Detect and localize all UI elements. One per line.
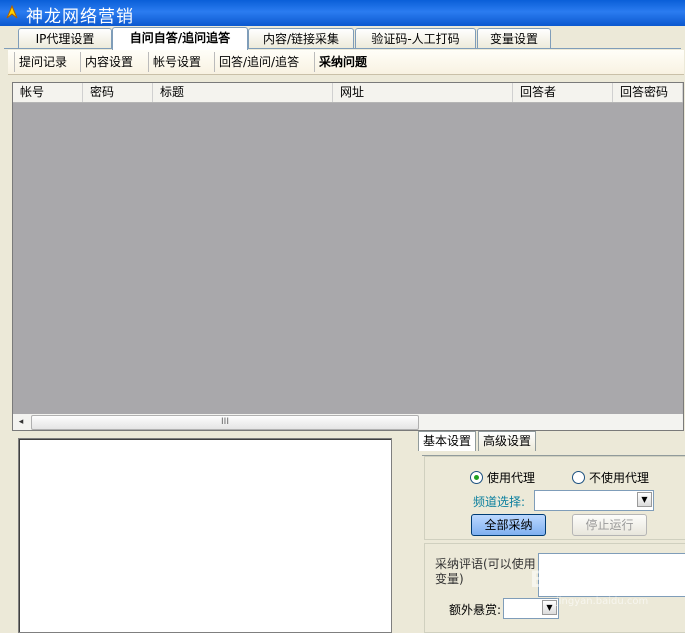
watermark-url: jingyan.baidu.com [556, 596, 649, 607]
tab-row-divider [4, 48, 681, 49]
channel-label: 频道选择: [473, 495, 526, 509]
watermark-logo: Baidu经验 [530, 568, 645, 593]
bounty-select[interactable]: ▼ [503, 598, 559, 619]
app-title: 神龙网络营销 [26, 7, 134, 27]
column-header-account[interactable]: 帐号 [13, 83, 83, 102]
scrollbar-thumb[interactable]: III [31, 415, 419, 430]
grid-header: 帐号 密码 标题 网址 回答者 回答密码 [13, 83, 683, 103]
scroll-left-icon[interactable]: ◂ [13, 414, 29, 430]
use-proxy-label: 使用代理 [487, 471, 536, 485]
subtab-content-settings[interactable]: 内容设置 [80, 52, 137, 72]
tab-advanced-settings[interactable]: 高级设置 [478, 431, 537, 451]
horizontal-scrollbar[interactable]: ◂ III [13, 414, 683, 430]
no-proxy-radio[interactable] [572, 471, 585, 484]
comment-label: 采纳评语(可以使用变量) [435, 557, 536, 586]
subtab-question-records[interactable]: 提问记录 [14, 52, 71, 72]
column-header-password[interactable]: 密码 [83, 83, 153, 102]
tab-content-collect[interactable]: 内容/链接采集 [248, 28, 354, 49]
use-proxy-radio[interactable] [470, 471, 483, 484]
tab-captcha[interactable]: 验证码-人工打码 [355, 28, 476, 49]
tab-self-qa[interactable]: 自问自答/追问追答 [112, 27, 248, 50]
stop-button[interactable]: 停止运行 [572, 514, 647, 536]
no-proxy-label: 不使用代理 [589, 471, 650, 485]
channel-select[interactable]: ▼ [534, 490, 654, 511]
column-header-answer-password[interactable]: 回答密码 [613, 83, 683, 102]
accept-all-button[interactable]: 全部采纳 [471, 514, 546, 536]
column-header-url[interactable]: 网址 [333, 83, 513, 102]
chevron-down-icon[interactable]: ▼ [637, 492, 652, 507]
subtab-account-settings[interactable]: 帐号设置 [148, 52, 205, 72]
tab-ip-proxy[interactable]: IP代理设置 [18, 28, 112, 49]
title-bar: 神龙网络营销 [0, 0, 685, 27]
tab-basic-settings[interactable]: 基本设置 [418, 431, 477, 451]
results-grid[interactable]: 帐号 密码 标题 网址 回答者 回答密码 ◂ III [12, 82, 684, 431]
app-logo-icon [6, 4, 18, 19]
subtab-accept-questions[interactable]: 采纳问题 [314, 52, 371, 72]
bounty-label: 额外悬赏: [449, 603, 502, 617]
chevron-down-icon[interactable]: ▼ [542, 600, 557, 615]
column-header-answerer[interactable]: 回答者 [513, 83, 613, 102]
log-output-panel[interactable] [18, 438, 392, 633]
subtab-answer-followup[interactable]: 回答/追问/追答 [214, 52, 303, 72]
column-header-title[interactable]: 标题 [153, 83, 333, 102]
tab-variables[interactable]: 变量设置 [477, 28, 551, 49]
